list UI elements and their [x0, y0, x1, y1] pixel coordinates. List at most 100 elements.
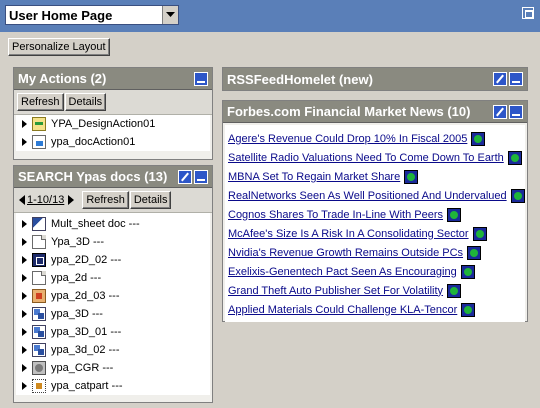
- refresh-button[interactable]: Refresh: [82, 191, 129, 209]
- rss-homelet-header: RSSFeedHomelet (new): [223, 68, 527, 90]
- my-actions-portlet: My Actions (2) Refresh Details YPA_Desig…: [13, 67, 213, 160]
- list-item[interactable]: Mult_sheet doc ---: [16, 215, 210, 233]
- news-link[interactable]: McAfee's Size Is A Risk In A Consolidati…: [228, 228, 469, 240]
- list-item[interactable]: ypa_3d_02 ---: [16, 341, 210, 359]
- news-item: Cognos Shares To Trade In-Line With Peer…: [228, 205, 525, 224]
- list-item-label[interactable]: Mult_sheet doc ---: [51, 218, 140, 230]
- globe-icon[interactable]: [404, 169, 419, 184]
- minimize-icon[interactable]: [194, 71, 208, 86]
- list-item-label[interactable]: ypa_3D ---: [51, 308, 103, 320]
- expand-arrow-icon[interactable]: [22, 220, 27, 228]
- list-item[interactable]: Ypa_3D ---: [16, 233, 210, 251]
- design-action-icon: [32, 117, 46, 131]
- globe-icon[interactable]: [461, 302, 476, 317]
- list-item[interactable]: ypa_CGR ---: [16, 359, 210, 377]
- catpart-icon: [32, 379, 46, 393]
- document-icon: [32, 235, 46, 249]
- multi-sheet-doc-icon: [32, 217, 46, 231]
- list-item-label[interactable]: ypa_docAction01: [51, 136, 135, 148]
- list-item-label[interactable]: ypa_2D_02 ---: [51, 254, 121, 266]
- globe-icon[interactable]: [460, 264, 475, 279]
- expand-arrow-icon[interactable]: [22, 138, 27, 146]
- expand-arrow-icon[interactable]: [22, 292, 27, 300]
- list-item[interactable]: ypa_3D_01 ---: [16, 323, 210, 341]
- my-actions-list: YPA_DesignAction01 ypa_docAction01: [16, 115, 210, 151]
- document-icon: [32, 271, 46, 285]
- part-icon: [32, 289, 46, 303]
- expand-arrow-icon[interactable]: [22, 238, 27, 246]
- page-select-dropdown[interactable]: User Home Page: [5, 5, 179, 25]
- edit-icon[interactable]: [493, 104, 507, 119]
- details-button[interactable]: Details: [64, 93, 107, 111]
- globe-icon[interactable]: [447, 283, 462, 298]
- news-link[interactable]: Agere's Revenue Could Drop 10% In Fiscal…: [228, 133, 467, 145]
- maximize-icon[interactable]: [522, 7, 534, 19]
- search-header: SEARCH Ypas docs (13): [14, 166, 212, 188]
- expand-arrow-icon[interactable]: [22, 328, 27, 336]
- news-item: Nvidia's Revenue Growth Remains Outside …: [228, 243, 525, 262]
- news-link[interactable]: Satellite Radio Valuations Need To Come …: [228, 152, 504, 164]
- news-item: Satellite Radio Valuations Need To Come …: [228, 148, 525, 167]
- minimize-icon[interactable]: [509, 104, 523, 119]
- expand-arrow-icon[interactable]: [22, 346, 27, 354]
- news-link[interactable]: Cognos Shares To Trade In-Line With Peer…: [228, 209, 443, 221]
- refresh-button[interactable]: Refresh: [17, 93, 64, 111]
- news-item: Exelixis-Genentech Pact Seen As Encourag…: [228, 262, 525, 281]
- globe-icon[interactable]: [472, 226, 487, 241]
- news-link[interactable]: MBNA Set To Regain Market Share: [228, 171, 400, 183]
- list-item[interactable]: ypa_catpart ---: [16, 377, 210, 395]
- forbes-news-portlet: Forbes.com Financial Market News (10) Ag…: [222, 100, 528, 322]
- list-item-label[interactable]: YPA_DesignAction01: [51, 118, 155, 130]
- list-item-label[interactable]: ypa_2d_03 ---: [51, 290, 120, 302]
- list-item[interactable]: ypa_2d_03 ---: [16, 287, 210, 305]
- expand-arrow-icon[interactable]: [22, 310, 27, 318]
- page-select-value: User Home Page: [9, 7, 113, 23]
- list-item[interactable]: ypa_docAction01: [16, 133, 210, 151]
- search-toolbar: 1-10/13 Refresh Details: [14, 188, 212, 213]
- forbes-news-header: Forbes.com Financial Market News (10): [223, 101, 527, 123]
- globe-icon[interactable]: [507, 150, 522, 165]
- top-bar: User Home Page: [0, 0, 540, 32]
- news-link[interactable]: Grand Theft Auto Publisher Set For Volat…: [228, 285, 443, 297]
- chevron-down-icon[interactable]: [162, 6, 178, 24]
- news-item: RealNetworks Seen As Well Positioned And…: [228, 186, 525, 205]
- globe-icon[interactable]: [447, 207, 462, 222]
- search-portlet: SEARCH Ypas docs (13) 1-10/13 Refresh De…: [13, 165, 213, 403]
- forbes-news-title: Forbes.com Financial Market News (10): [227, 104, 471, 119]
- list-item-label[interactable]: Ypa_3D ---: [51, 236, 104, 248]
- expand-arrow-icon[interactable]: [22, 382, 27, 390]
- list-item-label[interactable]: ypa_2d ---: [51, 272, 101, 284]
- expand-arrow-icon[interactable]: [22, 274, 27, 282]
- edit-icon[interactable]: [178, 169, 192, 184]
- search-results-list: Mult_sheet doc --- Ypa_3D --- ypa_2D_02 --…: [16, 213, 210, 395]
- list-item-label[interactable]: ypa_CGR ---: [51, 362, 113, 374]
- minimize-icon[interactable]: [509, 72, 523, 86]
- globe-icon[interactable]: [510, 188, 525, 203]
- globe-icon[interactable]: [467, 245, 482, 260]
- drawing-icon: [32, 253, 46, 267]
- news-link[interactable]: Exelixis-Genentech Pact Seen As Encourag…: [228, 266, 457, 278]
- news-link[interactable]: Nvidia's Revenue Growth Remains Outside …: [228, 247, 463, 259]
- globe-icon[interactable]: [471, 131, 486, 146]
- list-item[interactable]: YPA_DesignAction01: [16, 115, 210, 133]
- edit-icon[interactable]: [493, 72, 507, 86]
- news-item: Grand Theft Auto Publisher Set For Volat…: [228, 281, 525, 300]
- news-link[interactable]: RealNetworks Seen As Well Positioned And…: [228, 190, 507, 202]
- news-link[interactable]: Applied Materials Could Challenge KLA-Te…: [228, 304, 457, 316]
- news-item: MBNA Set To Regain Market Share: [228, 167, 525, 186]
- expand-arrow-icon[interactable]: [22, 120, 27, 128]
- list-item-label[interactable]: ypa_catpart ---: [51, 380, 123, 392]
- list-item[interactable]: ypa_2d ---: [16, 269, 210, 287]
- list-item-label[interactable]: ypa_3d_02 ---: [51, 344, 120, 356]
- previous-page-icon[interactable]: [19, 195, 25, 205]
- minimize-icon[interactable]: [194, 169, 208, 184]
- next-page-icon[interactable]: [68, 195, 75, 205]
- list-item[interactable]: ypa_3D ---: [16, 305, 210, 323]
- pager-link[interactable]: 1-10/13: [27, 194, 64, 206]
- list-item-label[interactable]: ypa_3D_01 ---: [51, 326, 121, 338]
- expand-arrow-icon[interactable]: [22, 256, 27, 264]
- details-button[interactable]: Details: [129, 191, 172, 209]
- expand-arrow-icon[interactable]: [22, 364, 27, 372]
- list-item[interactable]: ypa_2D_02 ---: [16, 251, 210, 269]
- personalize-layout-button[interactable]: Personalize Layout: [8, 38, 110, 56]
